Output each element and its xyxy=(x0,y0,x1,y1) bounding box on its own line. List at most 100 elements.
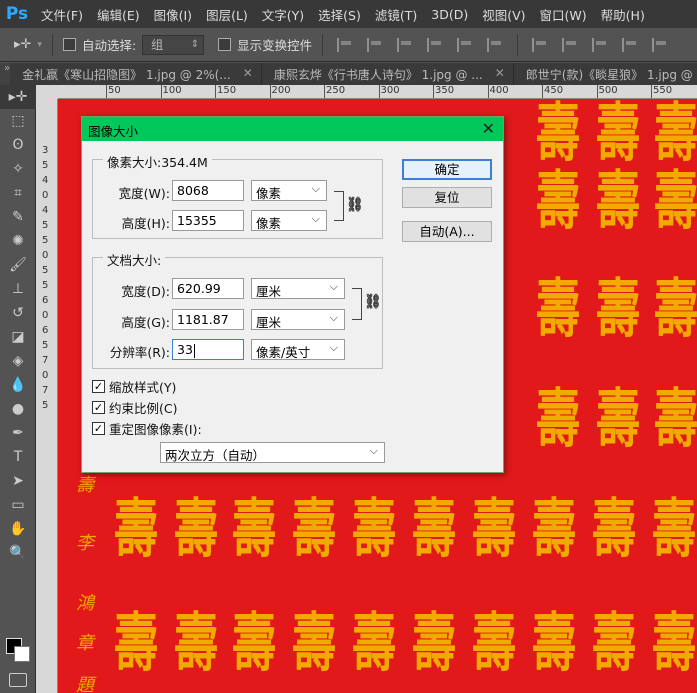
panel-collapse-icon[interactable]: » xyxy=(0,63,10,85)
ruler-label: 500 xyxy=(598,85,618,96)
close-icon[interactable]: ✕ xyxy=(482,119,495,138)
menu-help[interactable]: 帮助(H) xyxy=(594,5,652,24)
ruler-label: 550 xyxy=(653,85,673,96)
constrain-link-bracket xyxy=(352,288,362,320)
menu-edit[interactable]: 编辑(E) xyxy=(90,5,147,24)
doc-width-unit-select[interactable]: 厘米 ⌵ xyxy=(251,278,345,299)
menu-image[interactable]: 图像(I) xyxy=(147,5,199,24)
resolution-label: 分辨率(R): xyxy=(109,345,170,360)
menu-type[interactable]: 文字(Y) xyxy=(255,5,311,24)
ok-button[interactable]: 确定 xyxy=(402,159,492,180)
doc-height-unit-select[interactable]: 厘米 ⌵ xyxy=(251,309,345,330)
history-brush-tool-icon[interactable]: ↺ xyxy=(0,301,36,325)
ruler-label: 50 xyxy=(108,85,121,96)
ruler-tick xyxy=(542,85,543,98)
resolution-value: 33 xyxy=(177,342,193,357)
select-value: 厘米 xyxy=(256,315,282,330)
magic-wand-tool-icon[interactable]: ✧ xyxy=(0,157,36,181)
tab-close-icon[interactable]: ✕ xyxy=(243,66,253,85)
dialog-title: 图像大小 xyxy=(88,124,139,139)
background-color-swatch[interactable] xyxy=(14,646,30,662)
artwork-glyph: 壽 xyxy=(232,607,276,682)
pixel-height-input[interactable]: 15355 xyxy=(172,210,244,231)
align-top-icon[interactable] xyxy=(337,37,353,52)
type-tool-icon[interactable]: T xyxy=(0,445,36,469)
pixel-width-input[interactable]: 8068 xyxy=(172,180,244,201)
quick-mask-icon[interactable] xyxy=(9,673,27,687)
tab-document-3[interactable]: 郎世宁(款)《睒星狼》 1.jpg @ 1... xyxy=(513,63,697,85)
auto-select-label: 自动选择: xyxy=(81,38,137,53)
artwork-glyph: 壽 xyxy=(292,493,336,568)
tab-document-1[interactable]: 金礼嬴《寒山招隐图》 1.jpg @ 2%(... ✕ xyxy=(10,63,262,85)
pen-tool-icon[interactable]: ✒ xyxy=(0,421,36,445)
pixel-height-unit-select[interactable]: 像素 ⌵ xyxy=(251,210,327,231)
distribute-bottom-icon[interactable] xyxy=(592,37,608,52)
chevron-down-icon: ⌵ xyxy=(311,182,320,195)
distribute-hcenter-icon[interactable] xyxy=(652,37,668,52)
move-tool-icon[interactable]: ▸✛ xyxy=(14,37,31,52)
dialog-titlebar[interactable]: 图像大小 ✕ xyxy=(82,117,503,141)
ruler-tick xyxy=(651,85,652,98)
reset-button[interactable]: 复位 xyxy=(402,187,492,208)
checkbox-box: ✓ xyxy=(92,401,105,414)
artwork-glyph: 壽 xyxy=(536,165,580,240)
tab-close-icon[interactable]: ✕ xyxy=(495,66,505,85)
dodge-tool-icon[interactable]: ● xyxy=(0,397,36,421)
blur-tool-icon[interactable]: 💧 xyxy=(0,373,36,397)
pixel-width-unit-select[interactable]: 像素 ⌵ xyxy=(251,180,327,201)
distribute-top-icon[interactable] xyxy=(532,37,548,52)
path-selection-tool-icon[interactable]: ➤ xyxy=(0,469,36,493)
distribute-left-icon[interactable] xyxy=(622,37,638,52)
auto-select-dropdown[interactable]: 组 xyxy=(142,34,205,55)
show-transform-checkbox[interactable] xyxy=(218,38,232,51)
artwork-glyph: 壽 xyxy=(472,493,516,568)
lasso-tool-icon[interactable]: ʘ xyxy=(0,133,36,157)
select-value: 厘米 xyxy=(256,284,282,299)
document-size-legend: 文档大小: xyxy=(103,250,166,269)
eraser-tool-icon[interactable]: ◪ xyxy=(0,325,36,349)
rectangle-tool-icon[interactable]: ▭ xyxy=(0,493,36,517)
artwork-glyph: 壽 xyxy=(654,165,697,240)
auto-button[interactable]: 自动(A)... xyxy=(402,221,492,242)
menu-filter[interactable]: 滤镜(T) xyxy=(368,5,424,24)
menu-select[interactable]: 选择(S) xyxy=(311,5,368,24)
scale-styles-checkbox[interactable]: ✓ 缩放样式(Y) xyxy=(92,377,176,396)
tool-preset-chevron-icon[interactable]: ▾ xyxy=(37,40,42,50)
resample-checkbox[interactable]: ✓ 重定图像像素(I): xyxy=(92,419,202,438)
align-hcenter-icon[interactable] xyxy=(457,37,473,52)
doc-width-input[interactable]: 620.99 xyxy=(172,278,244,299)
align-vcenter-icon[interactable] xyxy=(367,37,383,52)
artwork-glyph: 壽 xyxy=(532,493,576,568)
paint-bucket-tool-icon[interactable]: ◈ xyxy=(0,349,36,373)
zoom-tool-icon[interactable]: 🔍 xyxy=(0,541,36,565)
doc-height-input[interactable]: 1181.87 xyxy=(172,309,244,330)
eyedropper-tool-icon[interactable]: ✎ xyxy=(0,205,36,229)
menu-view[interactable]: 视图(V) xyxy=(475,5,532,24)
distribute-vcenter-icon[interactable] xyxy=(562,37,578,52)
resample-method-select[interactable]: 两次立方（自动） ⌵ xyxy=(160,442,385,463)
align-right-icon[interactable] xyxy=(487,37,503,52)
clone-stamp-tool-icon[interactable]: ⊥ xyxy=(0,277,36,301)
ruler-label: 4 xyxy=(42,205,49,216)
menu-layer[interactable]: 图层(L) xyxy=(199,5,255,24)
ruler-tick xyxy=(596,85,598,98)
tab-document-2[interactable]: 康熙玄烨《行书唐人诗句》 1.jpg @ ... ✕ xyxy=(261,63,514,85)
menu-file[interactable]: 文件(F) xyxy=(34,5,90,24)
constrain-proportions-checkbox[interactable]: ✓ 约束比例(C) xyxy=(92,398,177,417)
move-tool-icon[interactable]: ▸✛ xyxy=(0,85,36,109)
healing-brush-tool-icon[interactable]: ✺ xyxy=(0,229,36,253)
ruler-tick xyxy=(324,85,325,98)
crop-tool-icon[interactable]: ⌗ xyxy=(0,181,36,205)
align-bottom-icon[interactable] xyxy=(397,37,413,52)
auto-select-checkbox[interactable] xyxy=(62,38,76,51)
resolution-input[interactable]: 33 xyxy=(172,339,244,360)
chevron-down-icon: ⌵ xyxy=(369,444,378,457)
align-left-icon[interactable] xyxy=(427,37,443,52)
hand-tool-icon[interactable]: ✋ xyxy=(0,517,36,541)
resolution-unit-select[interactable]: 像素/英寸 ⌵ xyxy=(251,339,345,360)
menu-3d[interactable]: 3D(D) xyxy=(424,7,475,22)
brush-tool-icon[interactable]: 🖌 xyxy=(0,253,36,277)
marquee-tool-icon[interactable]: ⬚ xyxy=(0,109,36,133)
artwork-glyph: 壽 xyxy=(174,607,218,682)
menu-window[interactable]: 窗口(W) xyxy=(533,5,594,24)
